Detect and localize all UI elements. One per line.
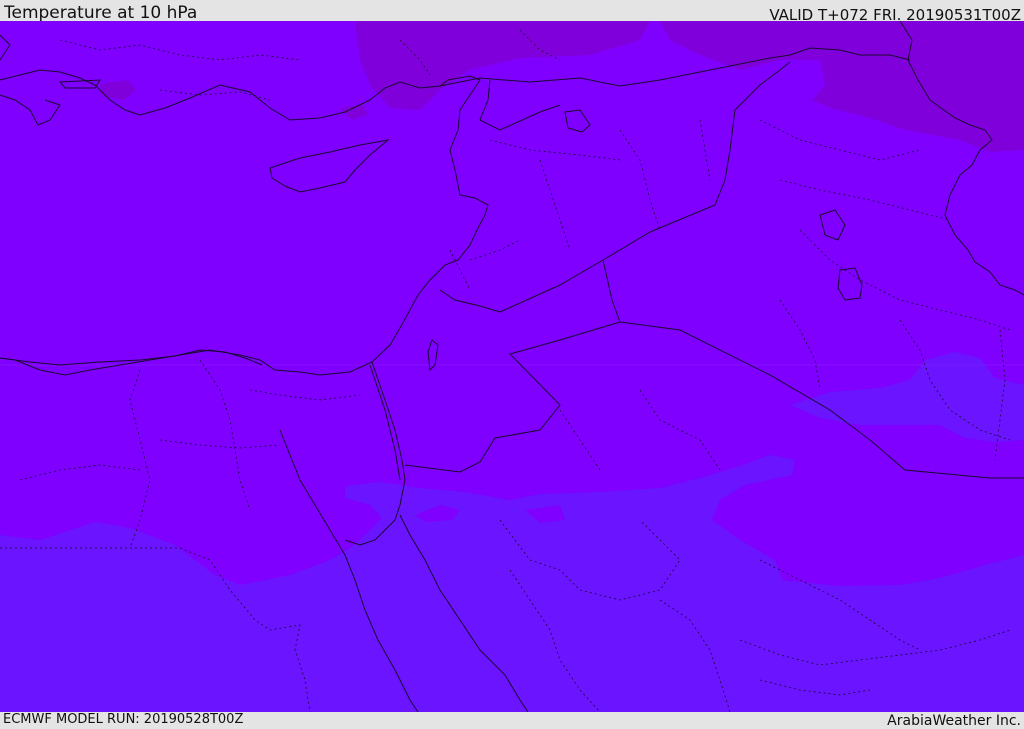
header-bar: Temperature at 10 hPa VALID T+072 FRI. 2…	[0, 0, 1024, 24]
footer-bar: ECMWF MODEL RUN: 20190528T00Z ArabiaWeat…	[0, 712, 1024, 729]
provider-credit: ArabiaWeather Inc.	[887, 713, 1021, 729]
map-title: Temperature at 10 hPa	[4, 3, 198, 23]
temperature-map[interactable]	[0, 21, 1024, 712]
model-run-label: ECMWF MODEL RUN: 20190528T00Z	[3, 712, 244, 727]
